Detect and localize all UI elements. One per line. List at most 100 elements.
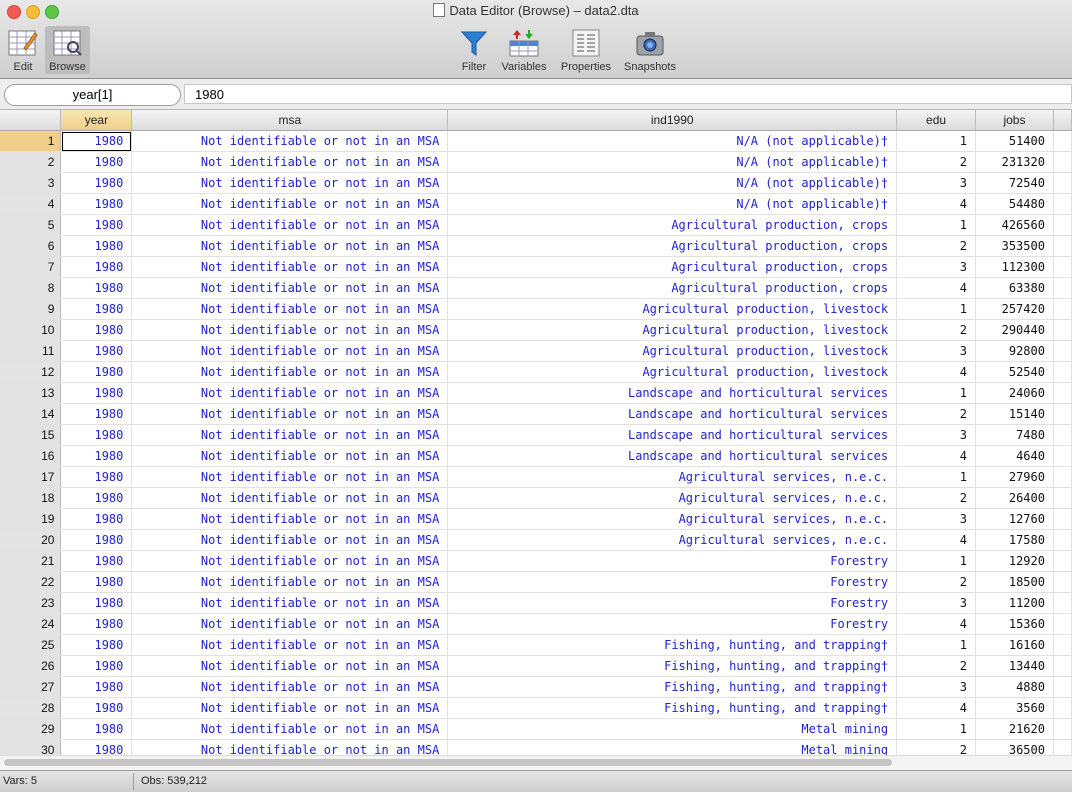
table-row[interactable]: 3 1980 Not identifiable or not in an MSA N/…: [0, 172, 1072, 194]
edit-button[interactable]: Edit: [3, 26, 43, 76]
cell-msa[interactable]: Not identifiable or not in an MSA: [131, 613, 449, 635]
cell-year[interactable]: 1980: [60, 361, 133, 383]
table-row[interactable]: 29 1980 Not identifiable or not in an MSA M…: [0, 718, 1072, 740]
cell-edu[interactable]: 3: [896, 676, 976, 698]
table-row[interactable]: 16 1980 Not identifiable or not in an MSA L…: [0, 445, 1072, 467]
cell-ind1990[interactable]: Agricultural services, n.e.c.: [447, 487, 898, 509]
cell-year[interactable]: 1980: [60, 550, 133, 572]
cell-msa[interactable]: Not identifiable or not in an MSA: [131, 361, 449, 383]
cell-ind1990[interactable]: Forestry: [447, 571, 898, 593]
cell-msa[interactable]: Not identifiable or not in an MSA: [131, 676, 449, 698]
cell-year[interactable]: 1980: [60, 634, 133, 656]
cell-year[interactable]: 1980: [60, 445, 133, 467]
cell-year[interactable]: 1980: [60, 508, 133, 530]
column-header-msa[interactable]: msa: [131, 110, 449, 131]
cell-jobs[interactable]: 11200: [975, 592, 1054, 614]
cell-year[interactable]: 1980: [60, 697, 133, 719]
cell-msa[interactable]: Not identifiable or not in an MSA: [131, 571, 449, 593]
cell-jobs[interactable]: 51400: [975, 130, 1054, 152]
cell-edu[interactable]: 1: [896, 382, 976, 404]
cell-msa[interactable]: Not identifiable or not in an MSA: [131, 130, 449, 152]
cell-ind1990[interactable]: Landscape and horticultural services: [447, 445, 898, 467]
cell-ind1990[interactable]: Agricultural production, crops: [447, 235, 898, 257]
table-row[interactable]: 22 1980 Not identifiable or not in an MSA F…: [0, 571, 1072, 593]
cell-ind1990[interactable]: Metal mining: [447, 718, 898, 740]
cell-jobs[interactable]: 13440: [975, 655, 1054, 677]
cell-msa[interactable]: Not identifiable or not in an MSA: [131, 529, 449, 551]
cell-year[interactable]: 1980: [60, 529, 133, 551]
cell-edu[interactable]: 2: [896, 319, 976, 341]
cell-msa[interactable]: Not identifiable or not in an MSA: [131, 340, 449, 362]
cell-ind1990[interactable]: Agricultural services, n.e.c.: [447, 508, 898, 530]
cell-jobs[interactable]: 12920: [975, 550, 1054, 572]
cell-jobs[interactable]: 36500: [975, 739, 1054, 755]
cell-edu[interactable]: 2: [896, 151, 976, 173]
snapshots-button[interactable]: Snapshots: [620, 26, 680, 76]
cell-year[interactable]: 1980: [60, 739, 133, 755]
cell-edu[interactable]: 3: [896, 424, 976, 446]
table-row[interactable]: 11 1980 Not identifiable or not in an MSA A…: [0, 340, 1072, 362]
table-row[interactable]: 24 1980 Not identifiable or not in an MSA F…: [0, 613, 1072, 635]
cell-ind1990[interactable]: Fishing, hunting, and trapping†: [447, 697, 898, 719]
current-cell-name[interactable]: year[1]: [4, 84, 181, 106]
cell-jobs[interactable]: 3560: [975, 697, 1054, 719]
cell-ind1990[interactable]: Fishing, hunting, and trapping†: [447, 655, 898, 677]
cell-ind1990[interactable]: Landscape and horticultural services: [447, 382, 898, 404]
cell-edu[interactable]: 3: [896, 508, 976, 530]
cell-msa[interactable]: Not identifiable or not in an MSA: [131, 550, 449, 572]
cell-msa[interactable]: Not identifiable or not in an MSA: [131, 445, 449, 467]
properties-button[interactable]: Properties: [556, 26, 616, 76]
cell-edu[interactable]: 4: [896, 697, 976, 719]
cell-ind1990[interactable]: Forestry: [447, 592, 898, 614]
cell-ind1990[interactable]: Agricultural production, crops: [447, 256, 898, 278]
cell-msa[interactable]: Not identifiable or not in an MSA: [131, 655, 449, 677]
cell-msa[interactable]: Not identifiable or not in an MSA: [131, 382, 449, 404]
table-row[interactable]: 19 1980 Not identifiable or not in an MSA A…: [0, 508, 1072, 530]
cell-msa[interactable]: Not identifiable or not in an MSA: [131, 466, 449, 488]
cell-jobs[interactable]: 15360: [975, 613, 1054, 635]
horizontal-scrollbar[interactable]: [0, 755, 1072, 770]
cell-edu[interactable]: 4: [896, 445, 976, 467]
cell-year[interactable]: 1980: [60, 403, 133, 425]
cell-msa[interactable]: Not identifiable or not in an MSA: [131, 319, 449, 341]
cell-edu[interactable]: 1: [896, 466, 976, 488]
cell-jobs[interactable]: 15140: [975, 403, 1054, 425]
table-row[interactable]: 15 1980 Not identifiable or not in an MSA L…: [0, 424, 1072, 446]
cell-year[interactable]: 1980: [60, 592, 133, 614]
cell-edu[interactable]: 2: [896, 487, 976, 509]
table-row[interactable]: 4 1980 Not identifiable or not in an MSA N/…: [0, 193, 1072, 215]
cell-ind1990[interactable]: Agricultural services, n.e.c.: [447, 529, 898, 551]
cell-jobs[interactable]: 426560: [975, 214, 1054, 236]
cell-jobs[interactable]: 27960: [975, 466, 1054, 488]
cell-msa[interactable]: Not identifiable or not in an MSA: [131, 403, 449, 425]
cell-msa[interactable]: Not identifiable or not in an MSA: [131, 718, 449, 740]
column-header-jobs[interactable]: jobs: [975, 110, 1054, 131]
cell-jobs[interactable]: 24060: [975, 382, 1054, 404]
cell-msa[interactable]: Not identifiable or not in an MSA: [131, 424, 449, 446]
cell-edu[interactable]: 2: [896, 235, 976, 257]
cell-msa[interactable]: Not identifiable or not in an MSA: [131, 592, 449, 614]
browse-button[interactable]: Browse: [45, 26, 90, 74]
cell-edu[interactable]: 3: [896, 172, 976, 194]
cell-edu[interactable]: 1: [896, 298, 976, 320]
data-grid[interactable]: year msa ind1990 edu jobs 1 1980 Not ident…: [0, 110, 1072, 755]
cell-ind1990[interactable]: Fishing, hunting, and trapping†: [447, 634, 898, 656]
table-row[interactable]: 10 1980 Not identifiable or not in an MSA A…: [0, 319, 1072, 341]
cell-jobs[interactable]: 290440: [975, 319, 1054, 341]
cell-ind1990[interactable]: Fishing, hunting, and trapping†: [447, 676, 898, 698]
cell-msa[interactable]: Not identifiable or not in an MSA: [131, 172, 449, 194]
cell-year[interactable]: 1980: [60, 676, 133, 698]
filter-button[interactable]: Filter: [455, 26, 493, 76]
cell-year[interactable]: 1980: [60, 319, 133, 341]
cell-year[interactable]: 1980: [60, 172, 133, 194]
cell-jobs[interactable]: 112300: [975, 256, 1054, 278]
table-row[interactable]: 7 1980 Not identifiable or not in an MSA Ag…: [0, 256, 1072, 278]
cell-ind1990[interactable]: Agricultural production, crops: [447, 277, 898, 299]
cell-year[interactable]: 1980: [60, 466, 133, 488]
cell-year[interactable]: 1980: [60, 298, 133, 320]
column-header-ind1990[interactable]: ind1990: [447, 110, 898, 131]
cell-jobs[interactable]: 72540: [975, 172, 1054, 194]
cell-edu[interactable]: 4: [896, 613, 976, 635]
cell-edu[interactable]: 4: [896, 277, 976, 299]
table-row[interactable]: 6 1980 Not identifiable or not in an MSA Ag…: [0, 235, 1072, 257]
